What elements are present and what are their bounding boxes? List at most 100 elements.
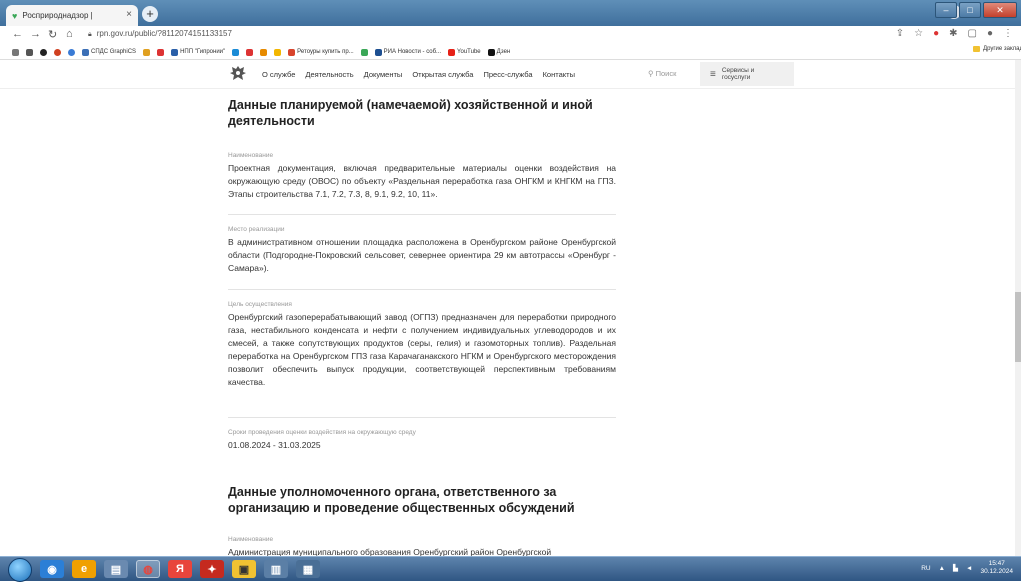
site-header: О службе Деятельность Документы Открытая… (0, 60, 1021, 89)
volume-icon[interactable]: ◄ (966, 565, 972, 572)
taskbar-app-explorer[interactable]: ◉ (40, 560, 64, 578)
bookmark-label: СПДС GraphiCS (91, 49, 137, 55)
taskbar-app-window[interactable]: ▥ (264, 560, 288, 578)
bookmark-favicon-icon (232, 48, 240, 56)
menu-dots-icon[interactable]: ⋮ (1003, 28, 1013, 39)
url-field[interactable]: 🔒︎ rpn.gov.ru/public/?8112074151133157 (88, 29, 232, 39)
bookmark-item-1[interactable] (54, 48, 61, 56)
system-tray: RU ▲ ▙ ◄ 15:47 30.12.2024 (921, 560, 1013, 576)
browser-tab-active[interactable]: ♥ Росприроднадзор | × (6, 5, 138, 26)
language-indicator[interactable]: RU (921, 565, 930, 572)
star-icon[interactable]: ☆ (914, 28, 923, 39)
field-label: Цель осуществления (228, 301, 292, 308)
home-icon[interactable]: ⌂ (66, 28, 73, 40)
bookmark-item[interactable] (274, 48, 282, 56)
bookmark-favicon-icon (288, 48, 296, 56)
taskbar-app-yandex[interactable]: Я (168, 560, 192, 578)
sidepanel-icon[interactable]: ▢ (968, 28, 977, 39)
new-tab-button[interactable]: + (142, 6, 158, 22)
field-place: Место реализации В административном отно… (228, 226, 616, 275)
bookmark-item[interactable] (260, 48, 268, 56)
services-label-line2: госуслуги (721, 74, 751, 81)
bookmark-item[interactable]: НПП "Гипронии" (171, 48, 225, 56)
bookmark-doc-icon[interactable] (26, 48, 33, 56)
extension-icon[interactable]: ● (933, 28, 939, 39)
section-title-authority: Данные уполномоченного органа, ответстве… (228, 485, 575, 515)
reload-icon[interactable]: ↻ (48, 28, 57, 41)
field-dates: Сроки проведения оценки воздействия на о… (228, 429, 616, 452)
nav-item-open-service[interactable]: Открытая служба (412, 70, 473, 79)
taskbar-apps: ◉ e ▤ ◍ Я ✦ ▣ ▥ ▦ (40, 560, 320, 578)
scrollbar-thumb[interactable] (1015, 292, 1021, 362)
field-label: Место реализации (228, 226, 285, 233)
search-icon: ⚲ (648, 69, 654, 78)
field-value: Оренбургский газоперерабатывающий завод … (228, 312, 616, 387)
field-value: 01.08.2024 - 31.03.2025 (228, 440, 321, 450)
network-icon[interactable]: ▙ (953, 564, 958, 572)
bookmark-item[interactable] (246, 48, 254, 56)
bookmarks-bar: СПДС GraphiCS НПП "Гипронии" Ретоуры купит… (0, 45, 1021, 60)
bookmark-item[interactable]: Ретоуры купить пр... (288, 48, 354, 56)
taskbar-app-chrome[interactable]: ◍ (136, 560, 160, 578)
account-icon[interactable]: ● (987, 28, 993, 39)
puzzle-icon[interactable]: ✱ (949, 28, 957, 39)
site-search[interactable]: ⚲ Поиск (648, 69, 676, 78)
bookmark-item[interactable]: YouTube (448, 48, 481, 56)
bookmark-favicon-icon (487, 48, 495, 56)
back-icon[interactable]: ← (12, 28, 23, 40)
bookmark-item[interactable] (157, 48, 165, 56)
bookmark-apps-icon[interactable] (12, 48, 19, 56)
bookmark-label: YouTube (457, 49, 481, 55)
share-icon[interactable]: ⇪ (896, 28, 904, 39)
bookmark-item[interactable]: Дзен (487, 48, 511, 56)
field-label: Наименование (228, 536, 274, 543)
section-title-activity: Данные планируемой (намечаемой) хозяйств… (228, 98, 593, 128)
folder-icon (973, 46, 981, 52)
taskbar-app-folder[interactable]: ▣ (232, 560, 256, 578)
eagle-emblem-icon[interactable] (228, 64, 248, 84)
start-button[interactable] (8, 558, 32, 582)
tab-close-icon[interactable]: × (126, 9, 132, 20)
other-bookmarks[interactable]: Другие закладки (973, 46, 1021, 52)
bookmark-item[interactable]: СПДС GraphiCS (82, 48, 137, 56)
clock-date: 30.12.2024 (980, 568, 1013, 575)
minimize-button[interactable]: – (935, 2, 957, 18)
nav-item-press[interactable]: Пресс-служба (483, 70, 532, 79)
taskbar-app-acrobat[interactable]: ✦ (200, 560, 224, 578)
bookmark-label: Дзен (496, 49, 511, 55)
bookmark-item-2[interactable] (68, 48, 75, 56)
nav-item-contacts[interactable]: Контакты (543, 70, 575, 79)
tab-title: Росприроднадзор | (22, 11, 93, 20)
taskbar-app-ie[interactable]: e (72, 560, 96, 578)
close-window-button[interactable]: ✕ (983, 2, 1017, 18)
taskbar-app-files[interactable]: ▤ (104, 560, 128, 578)
bookmark-item[interactable] (232, 48, 240, 56)
field-label: Сроки проведения оценки воздействия на о… (228, 429, 416, 436)
clock[interactable]: 15:47 30.12.2024 (980, 560, 1013, 576)
url-text: rpn.gov.ru/public/?8112074151133157 (96, 29, 232, 38)
bookmark-github-icon[interactable] (40, 48, 47, 56)
forward-icon[interactable]: → (30, 28, 41, 40)
maximize-button[interactable]: □ (959, 2, 981, 18)
tray-arrow-icon[interactable]: ▲ (939, 565, 945, 572)
other-bookmarks-label: Другие закладки (983, 46, 1021, 52)
services-button[interactable]: ≡ Сервисы и госуслуги (700, 62, 794, 86)
bookmark-label: Ретоуры купить пр... (297, 49, 354, 55)
address-bar: ← → ↻ ⌂ 🔒︎ rpn.gov.ru/public/?81120741511… (0, 26, 1021, 45)
nav-item-about[interactable]: О службе (262, 70, 295, 79)
bookmark-item[interactable] (360, 48, 368, 56)
divider (228, 214, 616, 215)
field-label: Наименование (228, 152, 274, 159)
nav-item-documents[interactable]: Документы (364, 70, 403, 79)
bookmark-favicon-icon (360, 48, 368, 56)
divider (228, 417, 616, 418)
nav-item-activity[interactable]: Деятельность (305, 70, 353, 79)
bookmark-favicon-icon (246, 48, 254, 56)
bookmark-favicon-icon (157, 48, 165, 56)
bookmark-item[interactable]: РИА Новости - соб... (374, 48, 441, 56)
field-value: Проектная документация, включая предвари… (228, 163, 616, 199)
taskbar-app-other[interactable]: ▦ (296, 560, 320, 578)
divider (228, 289, 616, 290)
bookmark-item[interactable] (143, 48, 151, 56)
site-nav: О службе Деятельность Документы Открытая… (262, 70, 575, 79)
